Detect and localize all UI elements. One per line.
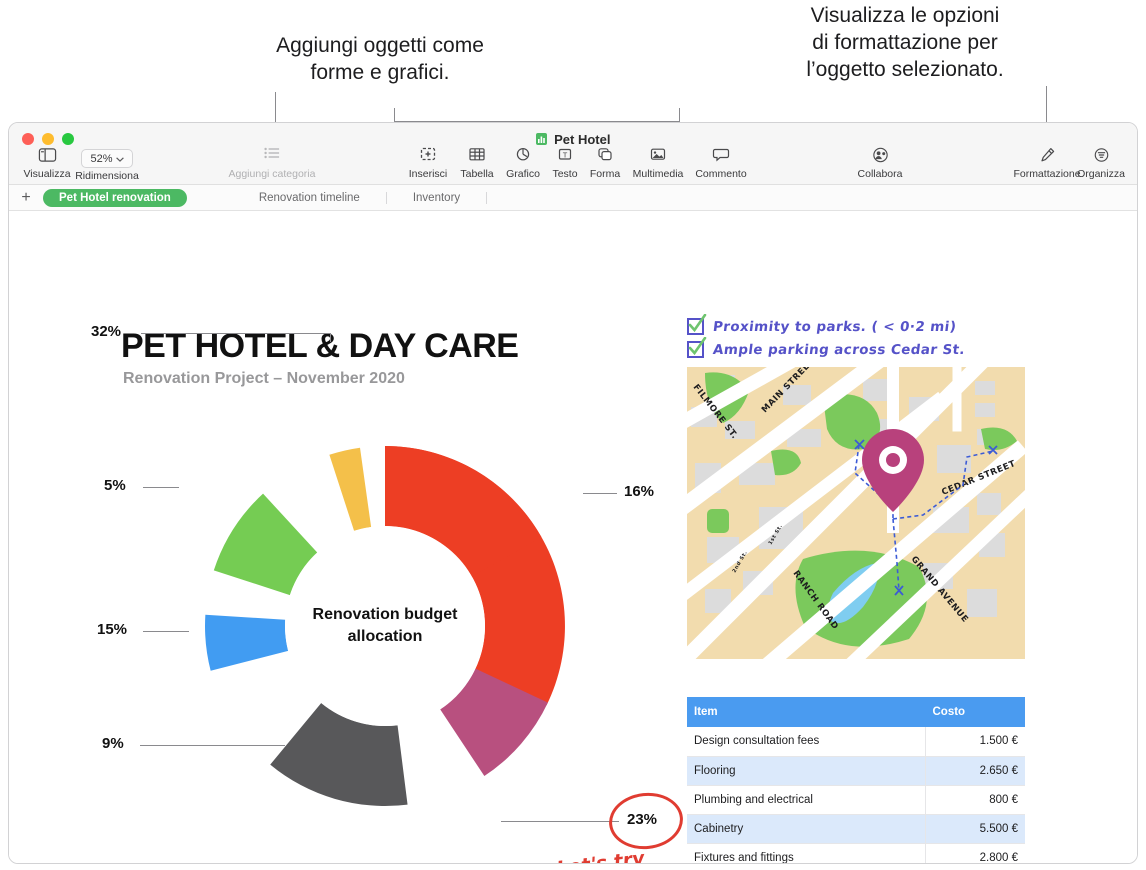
document-title-text: Pet Hotel <box>554 132 611 147</box>
leader-cabinetry <box>141 333 331 334</box>
callout-format-options: Visualizza le opzioni di formattazione p… <box>806 4 1004 81</box>
toolbar-resize-label: Ridimensiona <box>75 170 139 182</box>
pct-label-fixtures: 16% <box>624 483 655 500</box>
sheet-tab-renovation-timeline[interactable]: Renovation timeline <box>243 189 376 207</box>
toolbar-collaborate-label: Collabora <box>857 168 903 180</box>
pct-label-plumbing: 5% <box>104 477 126 494</box>
toolbar-organize-button[interactable]: Organizza <box>1063 147 1137 180</box>
checkbox-checked-icon-2[interactable] <box>687 337 707 358</box>
callout-leader-vertical-right <box>679 108 680 122</box>
sheet-tab-pet-hotel-renovation[interactable]: Pet Hotel renovation <box>43 188 187 207</box>
checkbox-checked-icon[interactable] <box>687 314 707 335</box>
cell-cost[interactable]: 2.800 € <box>924 843 1025 863</box>
cell-item[interactable]: Flooring <box>687 756 925 786</box>
sheet-subheading: Renovation Project – November 2020 <box>123 370 405 387</box>
leader-fixtures <box>583 493 617 494</box>
seg-plumbing[interactable] <box>329 445 384 532</box>
leader-plumbing <box>143 487 179 488</box>
handwritten-note: Let's try to bring this down <box>556 847 646 864</box>
table-row[interactable]: Cabinetry 5.500 € <box>687 814 1025 844</box>
pct-label-flooring: 15% <box>97 621 128 638</box>
leader-cabinetry-tick <box>330 333 331 342</box>
sidebar-icon <box>9 147 85 165</box>
checklist-text-1: Proximity to parks. ( < 0·2 mi) <box>712 318 958 335</box>
cost-table[interactable]: Item Costo Design consultation fees 1.50… <box>687 697 1025 863</box>
checklist-row-2[interactable]: Ample parking across Cedar St. <box>687 337 966 361</box>
toolbar-comment-button[interactable]: Commento <box>683 147 759 180</box>
document-title-bar: Pet Hotel <box>9 132 1137 147</box>
table-header-item[interactable]: Item <box>687 697 925 727</box>
sheet-tab-bar: + Pet Hotel renovation Renovation timeli… <box>9 185 1137 211</box>
map-image[interactable]: FILMORE ST. MAIN STREET CEDAR STREET GRA… <box>687 367 1025 659</box>
callout-leader-vertical <box>394 108 395 122</box>
tab-separator-2 <box>486 191 488 204</box>
cell-cost[interactable]: 5.500 € <box>924 814 1025 844</box>
cost-table-element: Item Costo Design consultation fees 1.50… <box>687 697 1025 863</box>
zoom-level-value: 52% <box>90 152 113 165</box>
table-header-row: Item Costo <box>687 697 1025 727</box>
zoom-level-selector[interactable]: 52% <box>81 149 133 168</box>
organize-icon <box>1063 147 1137 165</box>
callout-insert-objects: Aggiungi oggetti come forme e grafici. <box>276 34 484 84</box>
leader-design-fees <box>140 745 285 746</box>
toolbar-comment-label: Commento <box>695 168 747 180</box>
cell-cost[interactable]: 800 € <box>924 785 1025 815</box>
cell-cost[interactable]: 1.500 € <box>924 727 1025 757</box>
table-row[interactable]: Plumbing and electrical 800 € <box>687 785 1025 815</box>
cell-cost[interactable]: 2.650 € <box>924 756 1025 786</box>
pct-label-design-fees: 9% <box>102 735 124 752</box>
category-icon <box>207 147 337 165</box>
callout-leader-stem <box>275 92 276 122</box>
checklist-text-2: Ample parking across Cedar St. <box>712 341 966 358</box>
toolbar-resize-label-wrap: Ridimensiona <box>69 170 145 182</box>
leader-flooring <box>143 631 189 632</box>
leader-manodopera <box>501 821 619 822</box>
donut-chart[interactable]: Renovation budget allocation <box>175 416 595 836</box>
app-window: Pet Hotel Visualizza 52% Ridimensiona Ag… <box>8 122 1138 864</box>
seg-design-fees[interactable] <box>197 596 293 671</box>
checklist-row-1[interactable]: Proximity to parks. ( < 0·2 mi) <box>687 314 965 338</box>
handwritten-checklist: Proximity to parks. ( < 0·2 mi) Ample pa… <box>687 314 966 361</box>
cell-item[interactable]: Design consultation fees <box>687 727 925 757</box>
pct-label-cabinetry: 32% <box>91 323 122 340</box>
collaborate-icon <box>842 147 918 165</box>
map-svg: FILMORE ST. MAIN STREET CEDAR STREET GRA… <box>687 367 1025 659</box>
cell-item[interactable]: Fixtures and fittings <box>687 843 925 863</box>
tab-separator <box>385 191 387 204</box>
comment-icon <box>683 147 759 165</box>
table-row[interactable]: Flooring 2.650 € <box>687 756 1025 786</box>
chevron-down-icon <box>115 153 124 165</box>
cell-item[interactable]: Plumbing and electrical <box>687 785 925 815</box>
sheet-tab-inventory[interactable]: Inventory <box>397 189 476 207</box>
toolbar-collaborate-button[interactable]: Collabora <box>842 147 918 180</box>
toolbar-add-category-button[interactable]: Aggiungi categoria <box>207 147 337 180</box>
toolbar-add-category-label: Aggiungi categoria <box>228 168 316 180</box>
numbers-document-icon <box>535 133 547 145</box>
table-header-cost[interactable]: Costo <box>924 697 1025 727</box>
toolbar-organize-label: Organizza <box>1077 168 1125 180</box>
table-row[interactable]: Fixtures and fittings 2.800 € <box>687 843 1025 863</box>
add-sheet-button[interactable]: + <box>9 189 43 206</box>
window-titlebar: Pet Hotel Visualizza 52% Ridimensiona Ag… <box>9 123 1137 185</box>
donut-center-label: Renovation budget allocation <box>312 606 458 645</box>
cell-item[interactable]: Cabinetry <box>687 814 925 844</box>
spreadsheet-canvas[interactable]: PET HOTEL & DAY CARE Renovation Project … <box>9 211 1137 863</box>
table-row[interactable]: Design consultation fees 1.500 € <box>687 727 1025 757</box>
red-circle-annotation <box>606 789 686 853</box>
